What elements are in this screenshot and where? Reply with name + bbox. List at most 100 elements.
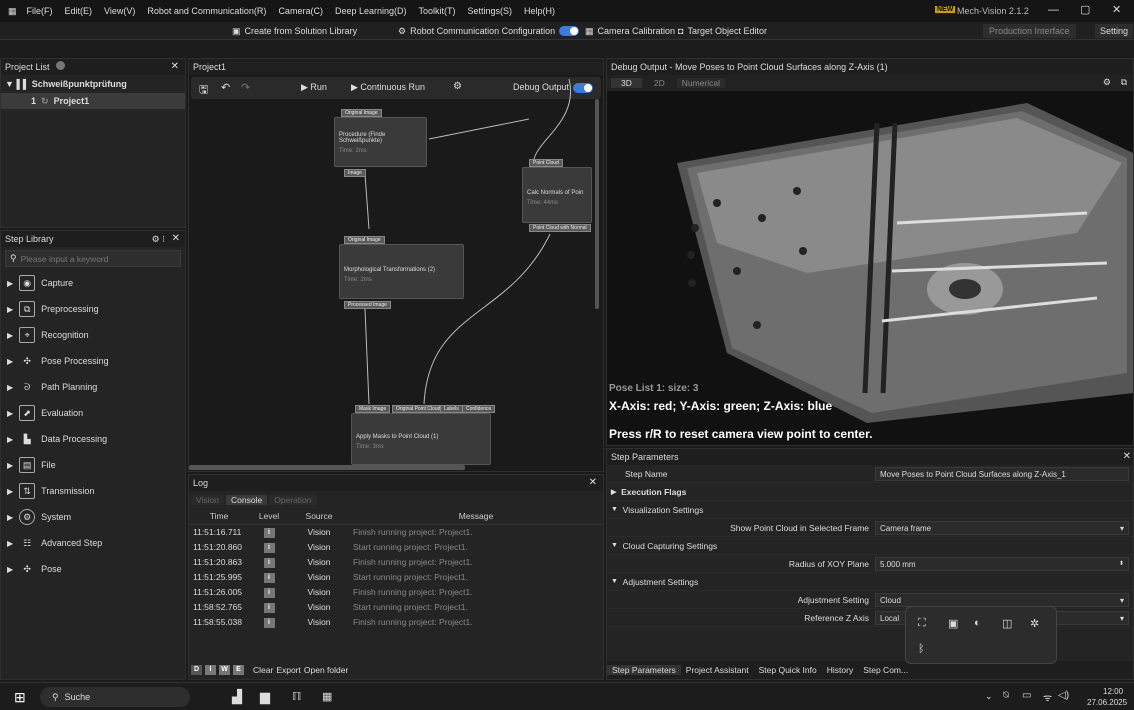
log-row[interactable]: 11:51:20.860 i Vision Start running project… <box>189 539 603 554</box>
tab-step-parameters[interactable]: Step Parameters <box>607 665 681 675</box>
canvas-vertical-scrollbar[interactable] <box>595 99 599 309</box>
log-row[interactable]: 11:51:16.711 i Vision Finish running projec… <box>189 524 603 539</box>
library-pose[interactable]: ▶ ✣ Pose <box>1 556 185 582</box>
clock-time[interactable]: 12:00 <box>1103 687 1123 696</box>
library-evaluation[interactable]: ▶ ⬈ Evaluation <box>1 400 185 426</box>
library-transmission[interactable]: ▶ ⇅ Transmission <box>1 478 185 504</box>
library-system[interactable]: ▶ ⚙ System <box>1 504 185 530</box>
menu-edit[interactable]: Edit(E) <box>59 6 99 16</box>
camera-calibration-button[interactable]: ▦ Camera Calibration <box>585 24 675 38</box>
port-point-cloud-normal[interactable]: Point Cloud with Normal <box>529 224 591 232</box>
windows-start-icon[interactable]: ⊞ <box>14 689 26 706</box>
robot-comm-button[interactable]: ⚙ Robot Communication Configuration <box>398 24 580 38</box>
radius-input[interactable]: 5.000 mm ⬍ <box>875 556 1129 571</box>
tab-console[interactable]: Console <box>226 495 268 505</box>
col-time[interactable]: Time <box>189 509 249 525</box>
project-canvas[interactable]: Project1 🖫 ↶ ↷ ▶ Run ▶ Continuous Run ⚙ … <box>188 58 604 472</box>
tray-app-icon[interactable]: ✲ <box>1030 617 1039 630</box>
menu-settings[interactable]: Settings(S) <box>462 6 519 16</box>
mech-vision-icon[interactable]: ℿ <box>292 690 301 703</box>
taskbar-search[interactable]: ⚲ Suche <box>40 687 190 707</box>
col-message[interactable]: Message <box>349 509 603 525</box>
port-original-point-cloud[interactable]: Original Point Cloud <box>392 405 445 413</box>
step-search-input[interactable]: ⚲ Please input a keyword <box>5 250 181 267</box>
port-image[interactable]: Image <box>344 169 366 177</box>
volume-icon[interactable]: ◁) <box>1058 690 1069 701</box>
tab-step-quick-info[interactable]: Step Quick Info <box>754 665 822 675</box>
close-step-params-icon[interactable]: ✕ <box>1123 449 1131 465</box>
tab-operation[interactable]: Operation <box>269 495 317 505</box>
wifi-icon[interactable]: ᯤ <box>1043 690 1052 704</box>
spinner-icon[interactable]: ⬍ <box>1119 558 1124 571</box>
execution-flags-row[interactable]: ▶ Execution Flags <box>607 483 1133 501</box>
port-processed-image[interactable]: Processed Image <box>344 301 391 309</box>
port-confidence[interactable]: Confidence <box>462 405 496 413</box>
log-row[interactable]: 11:51:20.863 i Vision Finish running projec… <box>189 554 603 569</box>
port-original-image[interactable]: Original Image <box>341 109 382 117</box>
port-point-cloud[interactable]: Point Cloud <box>529 159 563 167</box>
filter-debug[interactable]: D <box>191 665 202 675</box>
filter-warning[interactable]: W <box>219 665 230 675</box>
tab-vision[interactable]: Vision <box>191 495 224 505</box>
menu-robot[interactable]: Robot and Communication(R) <box>141 6 272 16</box>
library-path-planning[interactable]: ▶ ᘐ Path Planning <box>1 374 185 400</box>
node-procedure[interactable]: Procedure (Finde Schweißpunkte) Time: 2m… <box>334 117 427 167</box>
menu-file[interactable]: File(F) <box>21 6 59 16</box>
create-solution-button[interactable]: ▣ Create from Solution Library <box>232 24 357 38</box>
menu-view[interactable]: View(V) <box>98 6 141 16</box>
step-library-settings-icon[interactable]: ⚙ ⁝ <box>152 231 165 247</box>
export-button[interactable]: Export <box>276 665 301 675</box>
project-item[interactable]: 1 ↻ Project1 <box>1 93 185 109</box>
tab-3d[interactable]: 3D <box>611 78 642 88</box>
taskbar-app-icon[interactable]: ▦ <box>322 690 332 703</box>
maximize-icon[interactable]: ▢ <box>1080 3 1090 16</box>
log-row[interactable]: 11:51:25.995 i Vision Start running project… <box>189 569 603 584</box>
library-pose-processing[interactable]: ▶ ✣ Pose Processing <box>1 348 185 374</box>
col-level[interactable]: Level <box>249 509 289 525</box>
mute-icon[interactable]: ⍉ <box>1003 690 1009 701</box>
close-project-list-icon[interactable]: ✕ <box>171 59 179 75</box>
library-data-processing[interactable]: ▶ ▙ Data Processing <box>1 426 185 452</box>
port-labels[interactable]: Labels <box>440 405 463 413</box>
tray-expand-icon[interactable]: ⌄ <box>985 691 993 702</box>
node-morphological[interactable]: Morphological Transformations (2) Time: … <box>339 244 464 299</box>
library-recognition[interactable]: ▶ ⌖ Recognition <box>1 322 185 348</box>
adjustment-setting-select[interactable]: Cloud ▾ <box>875 592 1129 607</box>
filter-info[interactable]: I <box>205 665 216 675</box>
close-icon[interactable]: ✕ <box>1112 3 1121 16</box>
settings-button[interactable]: Setting <box>1095 24 1134 38</box>
show-pc-select[interactable]: Camera frame ▾ <box>875 520 1129 535</box>
port-original-image[interactable]: Original Image <box>344 236 385 244</box>
robot-comm-toggle[interactable] <box>559 26 580 36</box>
log-row[interactable]: 11:51:26.005 i Vision Finish running projec… <box>189 584 603 599</box>
col-source[interactable]: Source <box>289 509 349 525</box>
tray-app-icon[interactable]: ▣ <box>948 617 958 630</box>
close-log-icon[interactable]: ✕ <box>589 475 597 491</box>
minimize-icon[interactable]: — <box>1048 4 1059 16</box>
taskbar-app-icon[interactable]: ▟ <box>232 689 242 705</box>
open-folder-button[interactable]: Open folder <box>304 665 348 675</box>
tray-app-icon[interactable]: ◐ <box>974 617 981 629</box>
library-file[interactable]: ▶ ▤ File <box>1 452 185 478</box>
visualization-settings-row[interactable]: ▼ Visualization Settings <box>607 501 1133 519</box>
bluetooth-icon[interactable]: ᛒ <box>918 643 925 655</box>
tab-project-assistant[interactable]: Project Assistant <box>681 665 754 675</box>
step-name-input[interactable]: Move Poses to Point Cloud Surfaces along… <box>875 466 1129 481</box>
node-calc-normals[interactable]: Calc Normals of Poin Time: 44ms <box>522 167 592 223</box>
close-step-library-icon[interactable]: ✕ <box>172 231 180 247</box>
project-group[interactable]: ▼ ▌▌ Schweißpunktprüfung <box>1 75 185 93</box>
target-editor-button[interactable]: ◘ Target Object Editor <box>678 24 767 38</box>
menu-help[interactable]: Help(H) <box>518 6 561 16</box>
file-explorer-icon[interactable]: ▆ <box>260 689 270 705</box>
view-settings-icon[interactable]: ⚙ <box>1103 77 1111 88</box>
adjustment-settings-row[interactable]: ▼ Adjustment Settings <box>607 573 1133 591</box>
menu-camera[interactable]: Camera(C) <box>272 6 329 16</box>
tab-step-comments[interactable]: Step Com... <box>858 665 913 675</box>
library-capture[interactable]: ▶ ◉ Capture <box>1 270 185 296</box>
cloud-capturing-row[interactable]: ▼ Cloud Capturing Settings <box>607 537 1133 555</box>
canvas-horizontal-scrollbar[interactable] <box>189 465 465 470</box>
tab-2d[interactable]: 2D <box>644 78 675 88</box>
node-apply-masks[interactable]: Apply Masks to Point Cloud (1) Time: 3ms <box>351 413 491 465</box>
tray-app-icon[interactable]: ⛶ <box>918 617 926 630</box>
tab-numerical[interactable]: Numerical <box>676 78 726 88</box>
